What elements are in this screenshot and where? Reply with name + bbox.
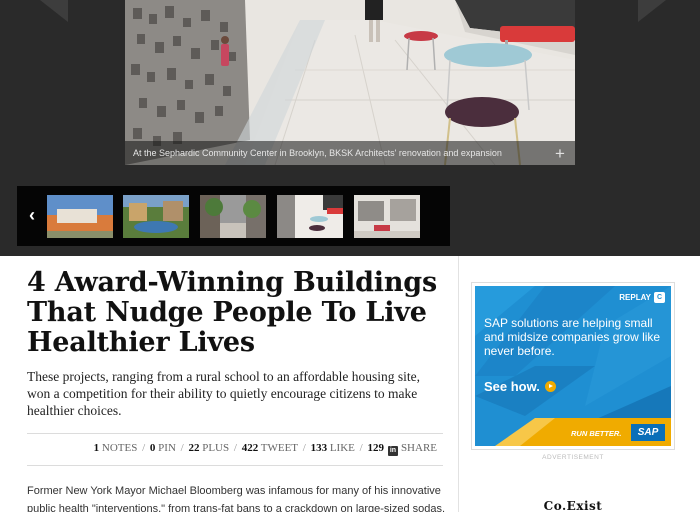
plus-share-button[interactable]: 22 PLUS xyxy=(188,442,229,454)
gallery-thumbnail-2[interactable] xyxy=(123,195,189,238)
ad-replay-button[interactable]: REPLAY C xyxy=(619,292,665,303)
article-body-paragraph: Former New York Mayor Michael Bloomberg … xyxy=(27,485,446,512)
article-dek: These projects, ranging from a rural sch… xyxy=(27,369,421,418)
gallery-thumbnail-1[interactable] xyxy=(47,195,113,238)
gallery-next-arrow[interactable] xyxy=(638,0,666,22)
tweet-share-button[interactable]: 422 TWEET xyxy=(242,442,298,454)
lobby-thumbnail xyxy=(354,195,420,238)
like-share-button[interactable]: 133 LIKE xyxy=(311,442,355,454)
ad-headline: SAP solutions are helping small and mids… xyxy=(484,316,661,358)
sap-advertisement[interactable]: REPLAY C SAP solutions are helping small… xyxy=(475,286,671,446)
share-bar-top-divider xyxy=(27,433,443,434)
photo-caption-bar: At the Sephardic Community Center in Bro… xyxy=(125,141,575,165)
replay-icon: C xyxy=(654,292,665,303)
co-exist-brand-heading[interactable]: Co.Exist xyxy=(471,499,675,512)
linkedin-share-button[interactable]: 129 in SHARE xyxy=(367,442,437,456)
interior-hall-thumbnail xyxy=(277,195,343,238)
linkedin-icon: in xyxy=(387,446,398,456)
advertisement-label: ADVERTISEMENT xyxy=(542,454,604,461)
thumbnail-strip: ‹ xyxy=(17,186,450,246)
article-headline: 4 Award-Winning Buildings That Nudge Peo… xyxy=(27,267,437,358)
photo-gallery: At the Sephardic Community Center in Bro… xyxy=(0,0,700,256)
ad-see-how-link[interactable]: See how. xyxy=(484,379,556,394)
street-thumbnail xyxy=(200,195,266,238)
play-arrow-icon xyxy=(544,381,556,392)
main-gallery-photo[interactable]: At the Sephardic Community Center in Bro… xyxy=(125,0,575,165)
gallery-thumbnail-5[interactable] xyxy=(354,195,420,238)
ad-tagline: RUN BETTER. xyxy=(571,429,622,438)
advertisement-frame: REPLAY C SAP solutions are helping small… xyxy=(471,282,675,450)
pin-share-button[interactable]: 0 PIN xyxy=(150,442,176,454)
expand-plus-icon[interactable]: + xyxy=(553,145,567,162)
courtyard-thumbnail xyxy=(123,195,189,238)
share-bar-bottom-divider xyxy=(27,465,443,466)
share-bar: 1 NOTES / 0 PIN / 22 PLUS / 422 TWEET / … xyxy=(93,442,437,456)
photo-caption: At the Sephardic Community Center in Bro… xyxy=(133,148,502,158)
gallery-thumbnail-3[interactable] xyxy=(200,195,266,238)
sap-logo: SAP xyxy=(631,424,665,441)
thumbnail-prev-arrow-icon[interactable]: ‹ xyxy=(23,205,41,225)
ad-background-stripes xyxy=(475,286,671,446)
sidebar-divider xyxy=(458,256,459,512)
gallery-prev-arrow[interactable] xyxy=(40,0,68,22)
building-exterior-thumbnail xyxy=(47,195,113,238)
gallery-thumbnail-4[interactable] xyxy=(277,195,343,238)
notes-share-button[interactable]: 1 NOTES xyxy=(94,442,138,454)
